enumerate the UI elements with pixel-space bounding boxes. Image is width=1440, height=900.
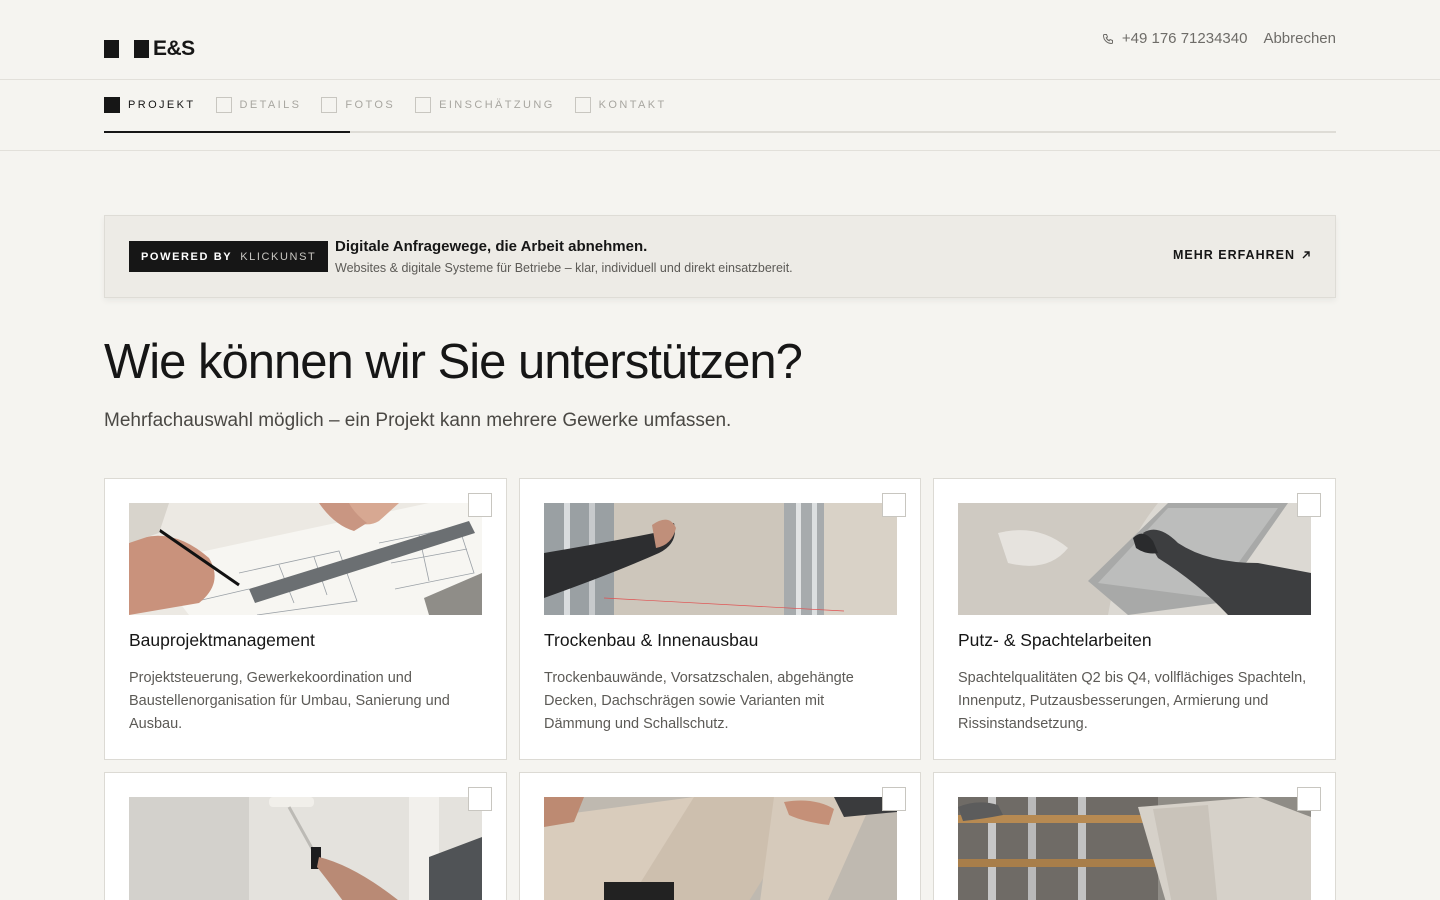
page-title: Wie können wir Sie unterstützen? <box>104 335 803 389</box>
phone-icon <box>1102 33 1113 44</box>
service-card[interactable]: Trockenbau & Innenausbau Trockenbauwände,… <box>519 478 921 760</box>
service-title: Bauprojektmanagement <box>129 630 315 650</box>
step-label: PROJEKT <box>128 99 196 111</box>
cancel-link[interactable]: Abbrechen <box>1263 30 1336 47</box>
step-kontakt[interactable]: KONTAKT <box>574 97 667 113</box>
step-label: EINSCHÄTZUNG <box>439 99 555 111</box>
drywall-installation-photo <box>544 503 897 615</box>
step-indicator <box>415 97 432 113</box>
step-fotos[interactable]: FOTOS <box>321 97 395 113</box>
header-actions: +49 176 71234340 Abbrechen <box>1102 30 1336 47</box>
logo-mark-right <box>134 40 149 58</box>
banner-subtitle: Websites & digitale Systeme für Betriebe… <box>335 261 793 275</box>
learn-more-label: MEHR ERFAHREN <box>1172 248 1295 262</box>
banner-title: Digitale Anfragewege, die Arbeit abnehme… <box>335 238 648 255</box>
step-einschätzung[interactable]: EINSCHÄTZUNG <box>415 97 555 113</box>
page-subtitle: Mehrfachauswahl möglich – ein Projekt ka… <box>104 410 732 431</box>
logo-text: E&S <box>153 37 195 60</box>
blueprint-planning-photo <box>129 503 482 615</box>
step-indicator <box>321 97 338 113</box>
service-checkbox[interactable] <box>1297 493 1321 517</box>
logo-mark-left <box>104 40 119 58</box>
top-bar: E&S +49 176 71234340 Abbrechen <box>0 0 1440 80</box>
service-card[interactable] <box>104 772 507 900</box>
phone-link[interactable]: +49 176 71234340 <box>1102 30 1248 47</box>
plastering-trowel-photo <box>958 503 1311 615</box>
wall-painting-roller-photo <box>129 797 482 900</box>
service-checkbox[interactable] <box>1297 787 1321 811</box>
service-checkbox[interactable] <box>468 787 492 811</box>
service-checkbox[interactable] <box>882 493 906 517</box>
service-title: Putz- & Spachtelarbeiten <box>958 630 1152 650</box>
step-details[interactable]: DETAILS <box>215 97 302 113</box>
service-checkbox[interactable] <box>882 787 906 811</box>
service-card[interactable] <box>519 772 921 900</box>
service-title: Trockenbau & Innenausbau <box>544 630 759 650</box>
phone-number: +49 176 71234340 <box>1121 30 1248 47</box>
step-label: FOTOS <box>345 99 396 111</box>
powered-by-brand: KLICKUNST <box>240 250 317 263</box>
service-description: Trockenbauwände, Vorsatzschalen, abgehän… <box>544 670 854 732</box>
powered-by-label: POWERED BY <box>141 250 233 263</box>
promo-banner: POWERED BY KLICKUNST Digitale Anfrageweg… <box>104 215 1336 298</box>
service-checkbox[interactable] <box>468 493 492 517</box>
service-card[interactable]: Putz- & Spachtelarbeiten Spachtelqualität… <box>933 478 1336 760</box>
progress-fill <box>104 131 351 133</box>
laminate-flooring-photo <box>544 797 897 900</box>
service-description: Spachtelqualitäten Q2 bis Q4, vollflächi… <box>958 670 1307 732</box>
step-indicator <box>104 97 120 113</box>
step-projekt[interactable]: PROJEKT <box>104 97 196 113</box>
progress-track <box>104 131 1336 133</box>
arrow-up-right-icon <box>1302 251 1310 259</box>
learn-more-link[interactable]: MEHR ERFAHREN <box>1173 248 1311 262</box>
step-indicator <box>215 97 232 113</box>
step-label: DETAILS <box>239 99 302 111</box>
step-label: KONTAKT <box>598 99 667 111</box>
service-description: Projektsteuerung, Gewerkekoordination un… <box>129 670 450 732</box>
powered-by-badge[interactable]: POWERED BY KLICKUNST <box>129 241 329 272</box>
step-indicator <box>574 97 591 113</box>
step-list: PROJEKT DETAILS FOTOS EINSCHÄTZUNG KONTAKT <box>104 97 687 113</box>
logo[interactable]: E&S <box>104 37 195 60</box>
step-navigation: PROJEKT DETAILS FOTOS EINSCHÄTZUNG KONTAKT <box>0 80 1440 151</box>
tile-panels-wall-photo <box>958 797 1311 900</box>
service-card[interactable]: Bauprojektmanagement Projektsteuerung, Ge… <box>104 478 507 760</box>
service-card[interactable] <box>933 772 1336 900</box>
